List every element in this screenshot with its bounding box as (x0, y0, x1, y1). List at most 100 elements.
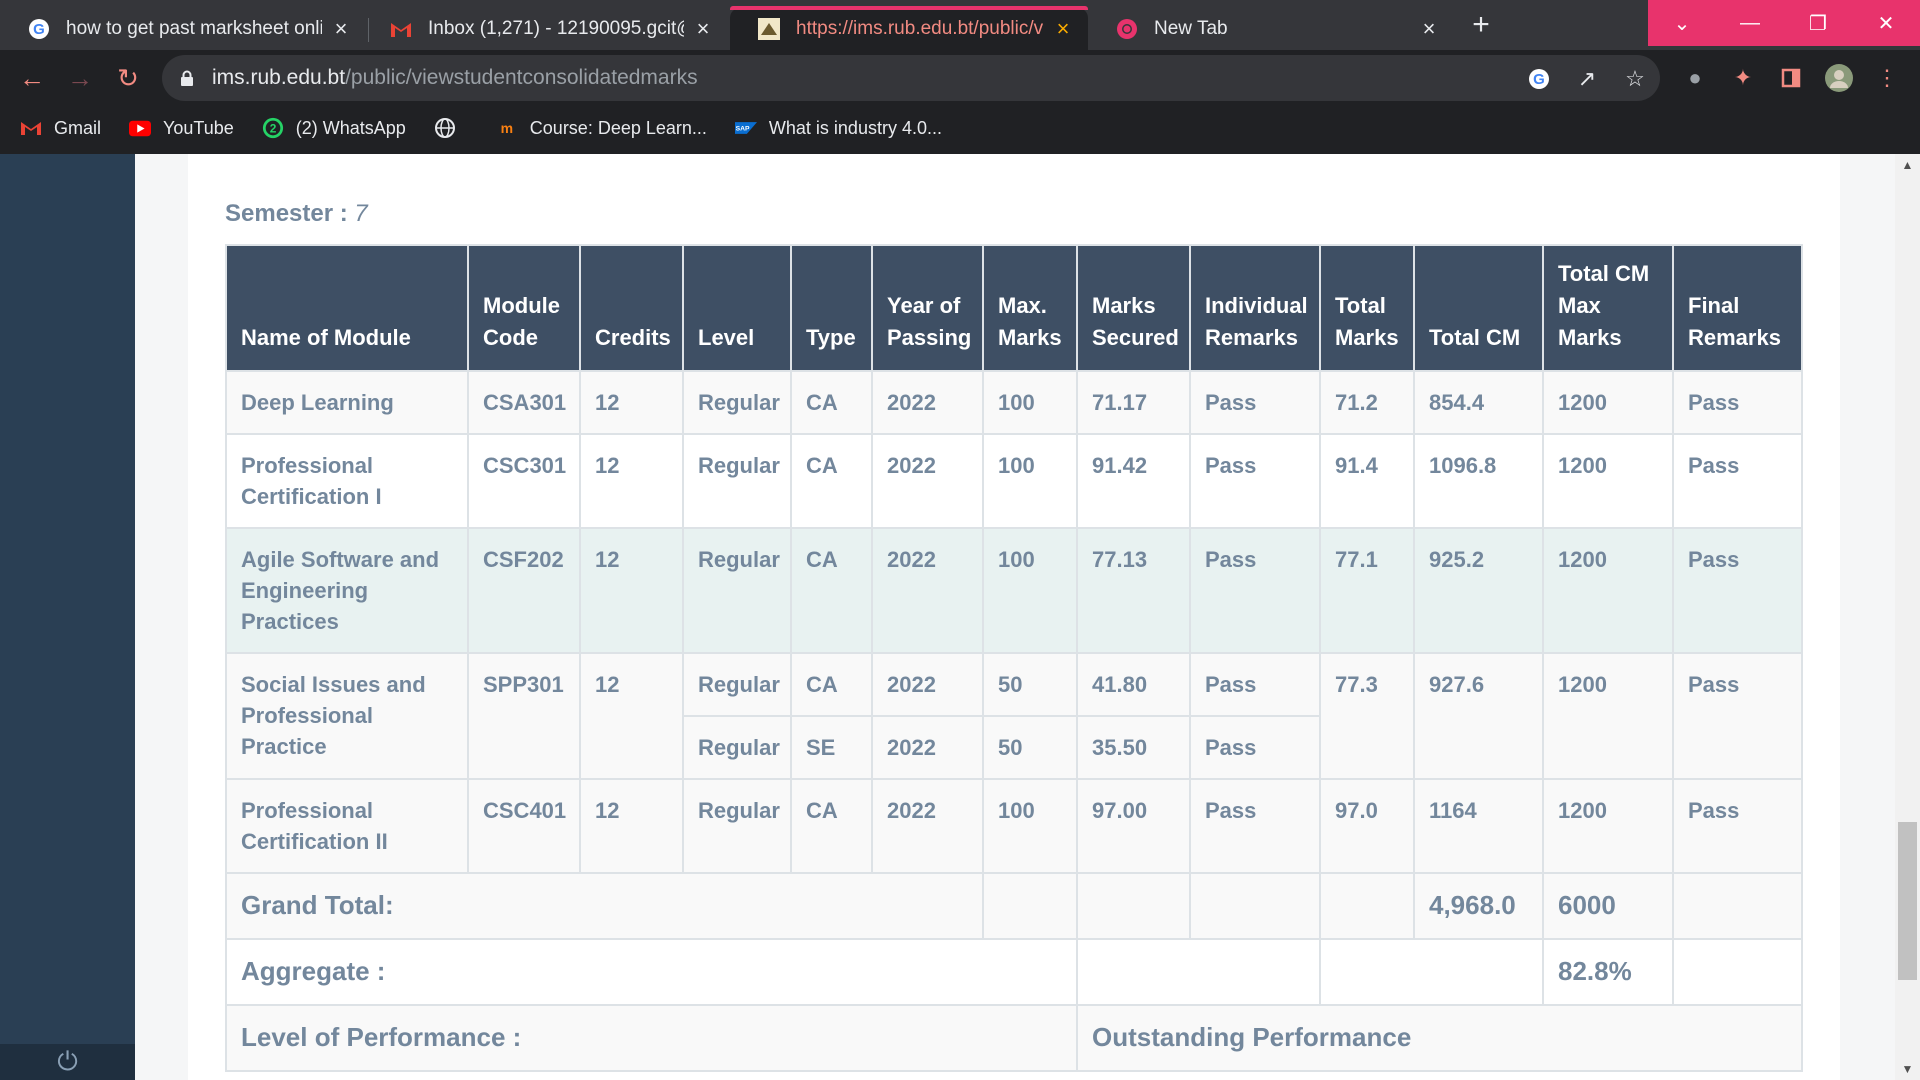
column-header: Type (790, 244, 873, 372)
module-code: SPP301 (467, 652, 581, 780)
total-marks: 77.1 (1319, 527, 1415, 654)
level: Regular (682, 370, 792, 435)
url-path: /public/viewstudentconsolidatedmarks (345, 66, 698, 89)
tab-search-button[interactable]: ⌄ (1648, 0, 1716, 46)
extension-icon[interactable]: ● (1680, 63, 1710, 93)
address-bar[interactable]: ims.rub.edu.bt/public/viewstudentconsoli… (162, 55, 1660, 101)
year-of-passing: 2022 (871, 527, 984, 654)
column-header: Total CM Max Marks (1542, 244, 1674, 372)
final-remarks: Pass (1672, 370, 1803, 435)
tab-title: how to get past marksheet online (66, 18, 322, 39)
total-cm-max: 1200 (1542, 652, 1674, 780)
close-icon[interactable]: × (692, 18, 714, 40)
close-window-button[interactable]: ✕ (1852, 0, 1920, 46)
total-cm: 925.2 (1413, 527, 1544, 654)
bookmarks-bar: Gmail YouTube 2 (2) WhatsApp m Course: D… (0, 106, 1920, 150)
year-of-passing: 2022 (871, 433, 984, 529)
credits: 12 (579, 433, 684, 529)
moodle-icon: m (500, 120, 514, 136)
restore-icon: ❐ (1809, 12, 1827, 35)
power-icon[interactable]: ⏻ (57, 1046, 78, 1078)
level: Regular (682, 527, 792, 654)
scroll-down-icon[interactable]: ▼ (1898, 1060, 1917, 1078)
bookmark-whatsapp[interactable]: 2 (2) WhatsApp (262, 117, 406, 139)
total-cm: 1096.8 (1413, 433, 1544, 529)
level: Regular (682, 433, 792, 529)
close-icon[interactable]: × (1418, 18, 1440, 40)
tab-gmail-inbox[interactable]: Inbox (1,271) - 12190095.gcit@rub.edu.bt… (362, 8, 728, 50)
bookmark-label: YouTube (163, 117, 234, 138)
individual-remarks: Pass (1189, 433, 1321, 529)
whatsapp-badge: 2 (269, 122, 276, 136)
svg-text:G: G (33, 21, 45, 38)
tab-strip: G how to get past marksheet online × Inb… (0, 0, 1920, 50)
empty-cell (1319, 938, 1544, 1006)
marks-secured: 91.42 (1076, 433, 1191, 529)
back-button[interactable]: ← (14, 60, 50, 96)
column-header: Name of Module (225, 244, 469, 372)
star-icon[interactable]: ☆ (1622, 66, 1648, 92)
side-panel-icon[interactable] (1776, 63, 1806, 93)
avatar[interactable] (1824, 63, 1854, 93)
close-icon[interactable]: × (330, 18, 352, 40)
more-menu-icon[interactable]: ⋮ (1872, 63, 1902, 93)
reload-button[interactable]: ↻ (110, 60, 146, 96)
lock-icon (180, 70, 196, 86)
share-icon[interactable]: ↗ (1574, 66, 1600, 92)
total-marks: 77.3 (1319, 652, 1415, 780)
empty-cell (1672, 938, 1803, 1006)
bookmark-deep-learning-course[interactable]: m Course: Deep Learn... (496, 117, 707, 139)
level: Regular (682, 652, 792, 717)
grand-total-cm: 4,968.0 (1413, 872, 1544, 940)
aggregate-value: 82.8% (1542, 938, 1674, 1006)
google-icon: G (28, 18, 50, 40)
type: CA (790, 370, 873, 435)
level: Regular (682, 778, 792, 874)
column-header: Individual Remarks (1189, 244, 1321, 372)
restore-button[interactable]: ❐ (1784, 0, 1852, 46)
puzzle-icon[interactable]: ✦ (1728, 63, 1758, 93)
column-header: Module Code (467, 244, 581, 372)
max-marks: 50 (982, 652, 1078, 717)
table-header-row: Name of Module Module Code Credits Level… (225, 244, 1803, 372)
forward-button[interactable]: → (62, 60, 98, 96)
bookmark-globe[interactable] (434, 117, 468, 139)
column-header: Marks Secured (1076, 244, 1191, 372)
column-header: Year of Passing (871, 244, 984, 372)
globe-icon (434, 117, 456, 139)
url-host: ims.rub.edu.bt (212, 66, 346, 89)
close-icon[interactable]: × (1052, 18, 1074, 40)
total-cm: 854.4 (1413, 370, 1544, 435)
max-marks: 100 (982, 433, 1078, 529)
youtube-icon (129, 117, 152, 139)
bookmark-youtube[interactable]: YouTube (129, 117, 234, 139)
scrollbar-thumb[interactable] (1898, 822, 1917, 980)
max-marks: 100 (982, 778, 1078, 874)
final-remarks: Pass (1672, 652, 1803, 780)
tab-ims-marks[interactable]: https://ims.rub.edu.bt/public/viewstuden… (730, 6, 1088, 50)
minimize-button[interactable]: — (1716, 0, 1784, 46)
new-tab-button[interactable]: + (1465, 10, 1497, 42)
performance-value: Outstanding Performance (1076, 1004, 1803, 1072)
module-name: Professional Certification II (225, 778, 469, 874)
browser-toolbar: ← → ↻ ims.rub.edu.bt/public/viewstudentc… (0, 50, 1920, 106)
bookmark-gmail[interactable]: Gmail (20, 117, 101, 139)
chrome-icon (1116, 18, 1138, 40)
tab-google-search[interactable]: G how to get past marksheet online × (0, 8, 366, 50)
credits: 12 (579, 652, 684, 780)
svg-text:SAP: SAP (736, 126, 750, 133)
close-icon: ✕ (1877, 12, 1895, 35)
performance-row: Level of Performance : Outstanding Perfo… (225, 1004, 1803, 1072)
module-name: Deep Learning (225, 370, 469, 435)
empty-cell (1672, 872, 1803, 940)
google-lens-icon[interactable]: G (1526, 66, 1552, 92)
tab-new-tab[interactable]: New Tab × (1088, 8, 1454, 50)
sidebar: ⏻ (0, 154, 135, 1080)
bookmark-industry-4[interactable]: SAP What is industry 4.0... (734, 117, 942, 139)
empty-cell (1319, 872, 1415, 940)
column-header: Credits (579, 244, 684, 372)
consolidated-marks-table: Name of Module Module Code Credits Level… (225, 244, 1803, 1072)
scroll-up-icon[interactable]: ▲ (1898, 156, 1917, 174)
type: CA (790, 652, 873, 717)
module-code: CSC301 (467, 433, 581, 529)
